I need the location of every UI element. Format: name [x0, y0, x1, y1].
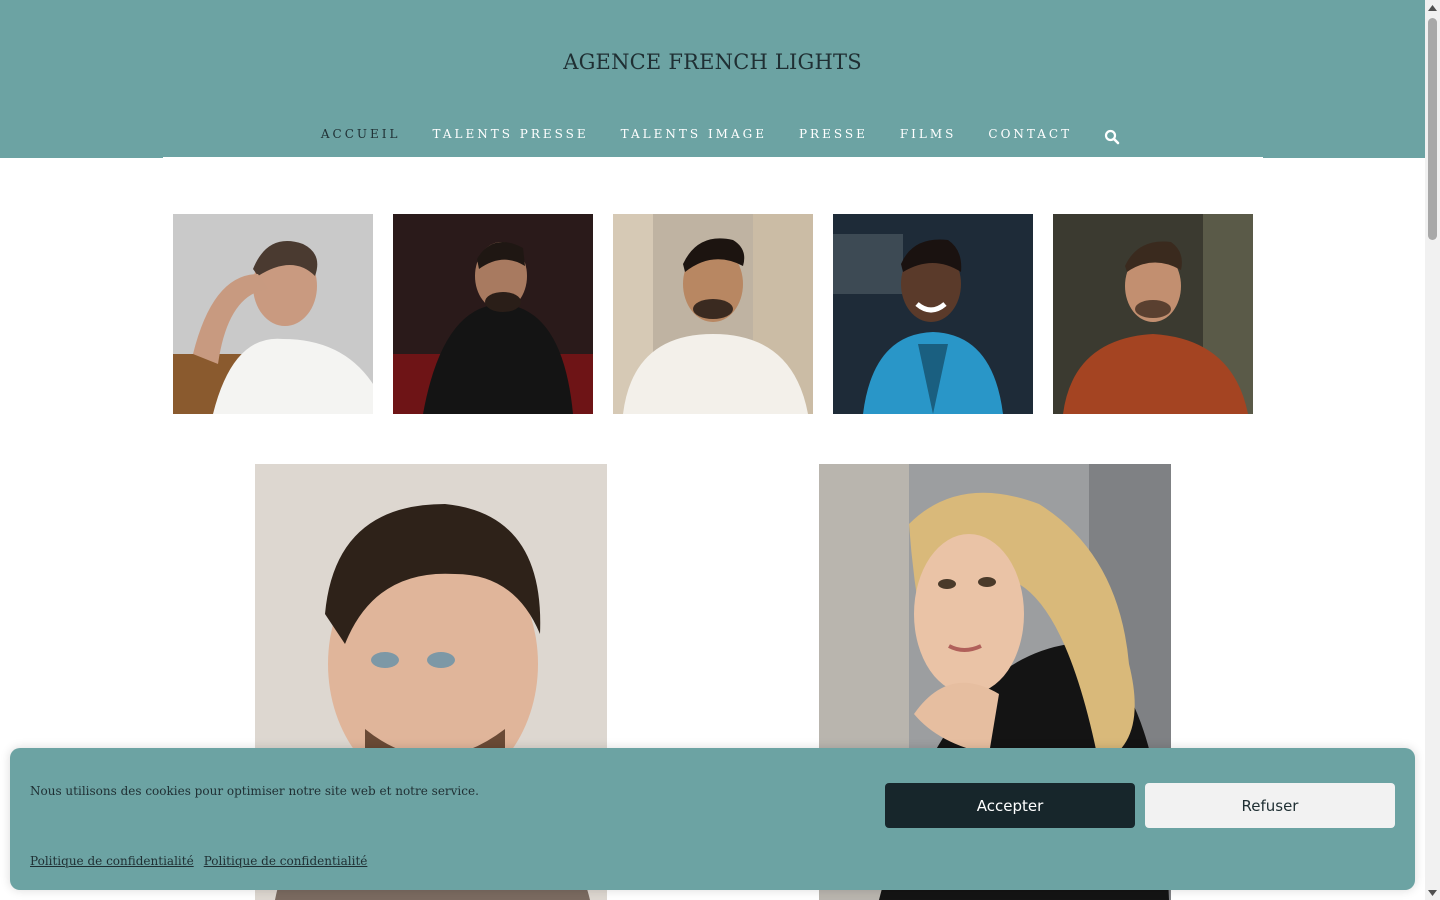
privacy-policy-link[interactable]: Politique de confidentialité: [204, 854, 368, 868]
cookie-banner: Nous utilisons des cookies pour optimise…: [10, 748, 1415, 890]
talent-thumbnail-2[interactable]: [393, 214, 593, 414]
nav-item-talents-image[interactable]: TALENTS IMAGE: [621, 127, 767, 141]
portrait-image: [1053, 214, 1253, 414]
scrollbar-thumb[interactable]: [1428, 18, 1437, 240]
nav-item-talents-presse[interactable]: TALENTS PRESSE: [433, 127, 589, 141]
nav-item-contact[interactable]: CONTACT: [988, 127, 1072, 141]
site-header: AGENCE FRENCH LIGHTS ACCUEIL TALENTS PRE…: [0, 0, 1425, 158]
talent-thumbnail-4[interactable]: [833, 214, 1033, 414]
site-title[interactable]: AGENCE FRENCH LIGHTS: [0, 50, 1425, 74]
scroll-down-icon[interactable]: [1425, 885, 1440, 900]
talent-thumbnail-5[interactable]: [1053, 214, 1253, 414]
main-nav: ACCUEIL TALENTS PRESSE TALENTS IMAGE PRE…: [0, 126, 1425, 145]
search-icon[interactable]: [1104, 129, 1120, 145]
portrait-image: [173, 214, 373, 414]
nav-item-films[interactable]: FILMS: [900, 127, 957, 141]
talent-thumbnail-3[interactable]: [613, 214, 813, 414]
privacy-policy-link[interactable]: Politique de confidentialité: [30, 854, 194, 868]
cookie-message: Nous utilisons des cookies pour optimise…: [30, 784, 479, 798]
talent-thumbnail-1[interactable]: [173, 214, 373, 414]
page-scrollbar[interactable]: [1425, 0, 1440, 900]
portrait-image: [833, 214, 1033, 414]
nav-item-presse[interactable]: PRESSE: [799, 127, 868, 141]
refuse-button[interactable]: Refuser: [1145, 783, 1395, 828]
accept-button[interactable]: Accepter: [885, 783, 1135, 828]
cookie-links: Politique de confidentialité Politique d…: [30, 854, 367, 868]
scroll-up-icon[interactable]: [1425, 0, 1440, 15]
portrait-image: [393, 214, 593, 414]
nav-item-accueil[interactable]: ACCUEIL: [321, 127, 401, 141]
header-divider: [163, 157, 1263, 159]
portrait-image: [613, 214, 813, 414]
